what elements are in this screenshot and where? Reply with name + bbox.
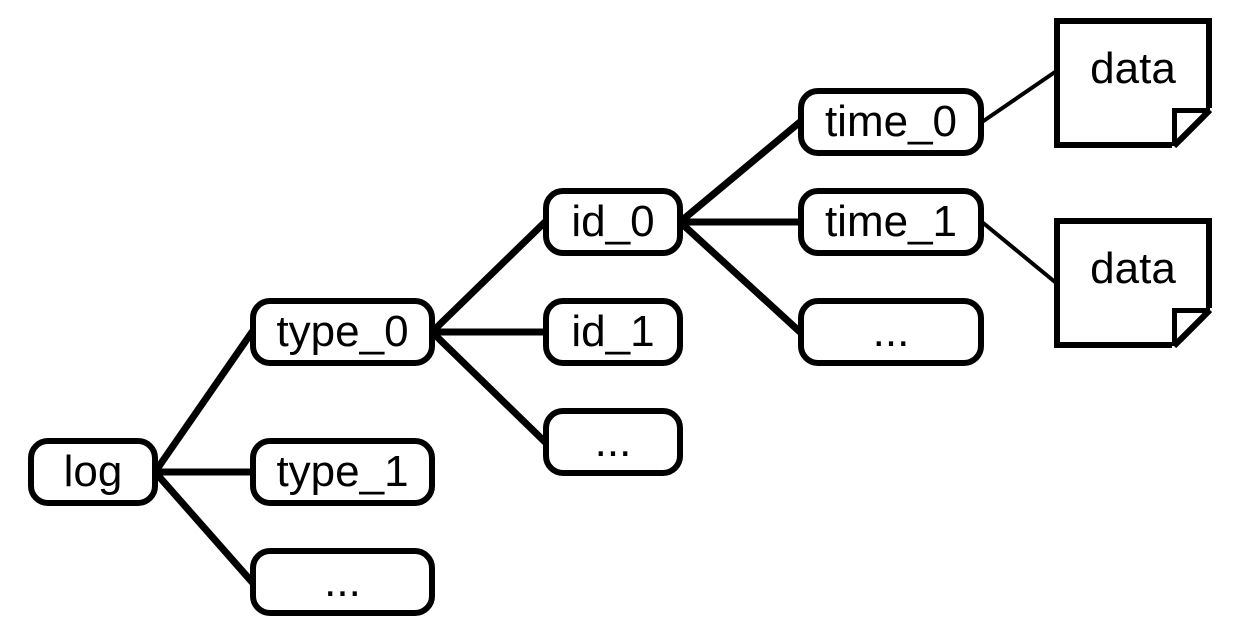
node-label: ...	[595, 417, 632, 467]
node-id-0: id_0	[543, 188, 683, 256]
node-label: time_0	[825, 97, 957, 147]
node-label: id_0	[571, 197, 654, 247]
leaf-data-0: data	[1054, 18, 1212, 148]
dogear-icon	[1172, 108, 1212, 148]
node-label: ...	[873, 307, 910, 357]
node-label: ...	[324, 557, 361, 607]
leaf-label: data	[1090, 44, 1176, 94]
node-time-1: time_1	[798, 188, 984, 256]
node-id-1: id_1	[543, 298, 683, 366]
node-type-1: type_1	[250, 438, 435, 506]
node-type-0: type_0	[250, 298, 435, 366]
node-label: type_1	[276, 447, 408, 497]
node-label: time_1	[825, 197, 957, 247]
node-time-0: time_0	[798, 88, 984, 156]
leaf-data-1: data	[1054, 218, 1212, 348]
node-time-more: ...	[798, 298, 984, 366]
node-label: log	[64, 447, 123, 497]
node-type-more: ...	[250, 548, 435, 616]
node-id-more: ...	[543, 408, 683, 476]
node-label: id_1	[571, 307, 654, 357]
leaf-label: data	[1090, 244, 1176, 294]
node-label: type_0	[276, 307, 408, 357]
dogear-icon	[1172, 308, 1212, 348]
node-log: log	[28, 438, 158, 506]
